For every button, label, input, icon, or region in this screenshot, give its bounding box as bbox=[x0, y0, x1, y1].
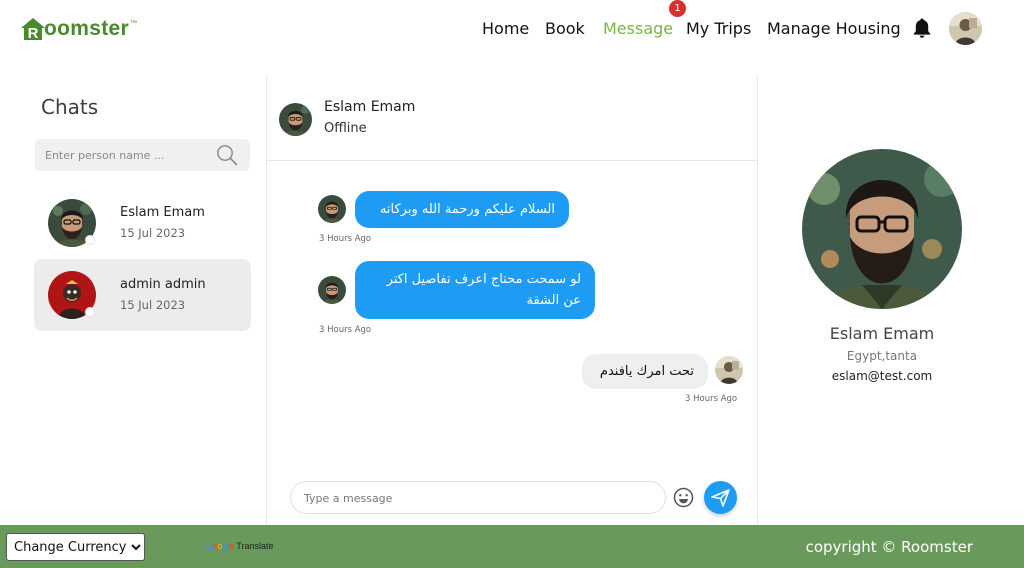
conversation-contact-status: Offline bbox=[324, 121, 367, 136]
offline-status-dot bbox=[85, 307, 95, 317]
conversation-panel: Eslam Emam Offline السلام عليكم ورحمة ال… bbox=[266, 77, 758, 525]
message-input[interactable] bbox=[304, 489, 644, 507]
footer: Change Currency Google Translate copyrig… bbox=[0, 525, 1024, 568]
profile-email: eslam@test.com bbox=[831, 369, 933, 383]
bell-icon[interactable] bbox=[910, 16, 934, 40]
avatar[interactable] bbox=[279, 103, 312, 136]
offline-status-dot bbox=[85, 235, 95, 245]
person-search-input[interactable] bbox=[45, 145, 210, 165]
profile-photo bbox=[802, 149, 962, 309]
user-avatar[interactable] bbox=[949, 12, 982, 45]
message-composer bbox=[290, 481, 666, 514]
translate-label: Translate bbox=[236, 541, 274, 551]
message-timestamp: 3 Hours Ago bbox=[685, 394, 738, 404]
chats-heading: Chats bbox=[41, 95, 99, 119]
top-header: R oomster ™ Home Book Message My Trips M… bbox=[0, 0, 1024, 58]
emoji-icon[interactable] bbox=[673, 487, 694, 508]
currency-select[interactable]: Change Currency bbox=[6, 533, 145, 561]
chat-list-panel: Chats Eslam Emam 15 Jul bbox=[0, 77, 266, 525]
main-nav: Home Book Message My Trips Manage Housin… bbox=[0, 0, 1024, 41]
profile-location: Egypt,tanta bbox=[846, 349, 918, 363]
message-timestamp: 3 Hours Ago bbox=[319, 234, 372, 244]
avatar bbox=[715, 356, 743, 384]
send-button[interactable] bbox=[704, 481, 737, 514]
nav-my-trips[interactable]: My Trips bbox=[686, 17, 751, 41]
avatar bbox=[318, 276, 346, 304]
message-count-badge: 1 bbox=[669, 0, 686, 17]
nav-message[interactable]: Message bbox=[603, 17, 673, 41]
chat-item-eslam-emam[interactable]: Eslam Emam 15 Jul 2023 bbox=[34, 187, 251, 259]
chat-item-admin-admin[interactable]: admin admin 15 Jul 2023 bbox=[34, 259, 251, 331]
message-bubble-incoming: لو سمحت محتاج اعرف تفاصيل اكتر عن الشقة bbox=[355, 261, 595, 319]
avatar bbox=[318, 195, 346, 223]
copyright-text: copyright © Roomster bbox=[805, 538, 973, 556]
nav-home[interactable]: Home bbox=[482, 17, 529, 41]
google-logo: Google bbox=[206, 541, 234, 551]
profile-panel: Eslam Emam Egypt,tanta eslam@test.com bbox=[758, 77, 1024, 525]
conversation-contact-name: Eslam Emam bbox=[324, 99, 416, 115]
chat-item-date: 15 Jul 2023 bbox=[120, 226, 186, 240]
google-translate-widget[interactable]: Google Translate bbox=[206, 541, 273, 551]
send-icon bbox=[711, 489, 730, 507]
search-box bbox=[35, 139, 250, 171]
chat-item-name: admin admin bbox=[120, 277, 206, 292]
chat-item-name: Eslam Emam bbox=[120, 205, 205, 220]
chat-item-date: 15 Jul 2023 bbox=[120, 298, 186, 312]
conversation-header: Eslam Emam Offline bbox=[267, 77, 757, 161]
search-icon[interactable] bbox=[216, 144, 238, 166]
message-timestamp: 3 Hours Ago bbox=[319, 325, 372, 335]
message-bubble-incoming: السلام عليكم ورحمة الله وبركاته bbox=[355, 191, 569, 228]
profile-name: Eslam Emam bbox=[829, 324, 935, 343]
message-bubble-outgoing: تحت امرك يافندم bbox=[582, 354, 708, 389]
nav-manage-housing[interactable]: Manage Housing bbox=[767, 17, 901, 41]
nav-book[interactable]: Book bbox=[545, 17, 585, 41]
